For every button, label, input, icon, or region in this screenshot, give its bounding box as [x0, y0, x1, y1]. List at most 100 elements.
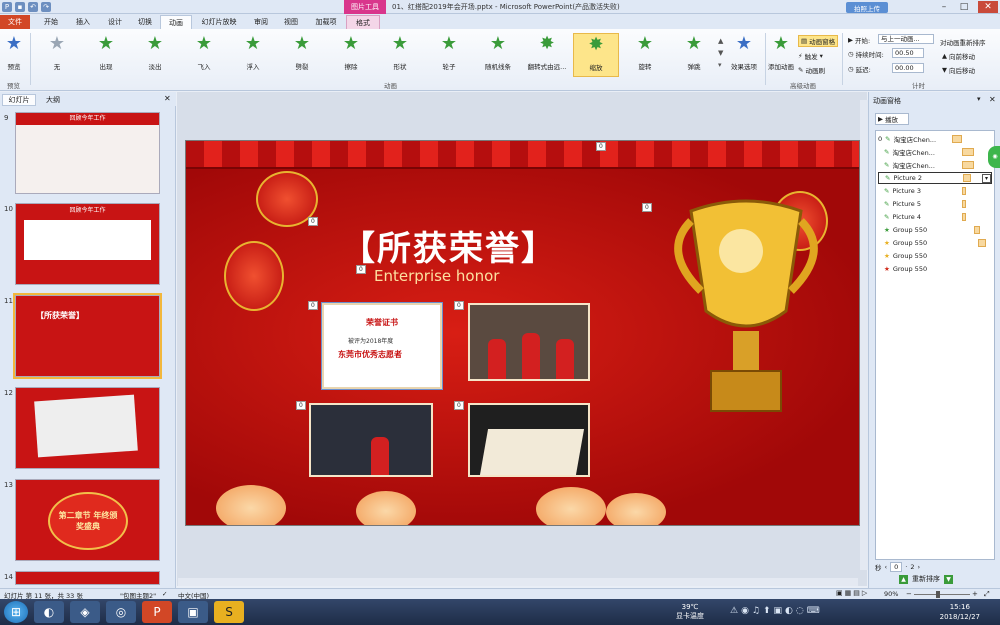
taskbar-app-icon[interactable]: ◈: [70, 601, 100, 623]
animation-item[interactable]: ✎ Picture 3: [878, 185, 992, 197]
animation-fade[interactable]: ★ 淡出: [132, 33, 178, 77]
animation-appear[interactable]: ★ 出现: [83, 33, 129, 77]
timeline-ruler[interactable]: 秒 ‹ 0 · 2 ›: [875, 562, 995, 572]
effect-options-button[interactable]: ★ 效果选项: [726, 33, 762, 77]
spellcheck-icon[interactable]: ✓: [162, 590, 167, 598]
chevron-left-icon[interactable]: ‹: [885, 563, 888, 571]
save-icon[interactable]: ▪: [15, 2, 25, 12]
animation-item[interactable]: ★ Group 550: [878, 224, 992, 236]
vertical-scrollbar[interactable]: [860, 100, 868, 570]
animation-item[interactable]: ★ Group 550: [878, 250, 992, 262]
move-earlier-button[interactable]: ▲ 向前移动: [942, 51, 975, 61]
undo-icon[interactable]: ↶: [28, 2, 38, 12]
duration-input[interactable]: 00.50: [892, 48, 924, 58]
animation-float-in[interactable]: ★ 浮入: [230, 33, 276, 77]
animation-wipe[interactable]: ★ 擦除: [328, 33, 374, 77]
animation-item[interactable]: 0 ✎ 淘宝店Chen...: [878, 133, 992, 145]
photo-picture-5[interactable]: [309, 403, 433, 477]
maximize-icon[interactable]: □: [958, 1, 970, 13]
taskbar-app-icon[interactable]: ◎: [106, 601, 136, 623]
zoom-out-icon[interactable]: −: [906, 590, 912, 598]
taskbar-app-icon[interactable]: ◐: [34, 601, 64, 623]
slide-title[interactable]: 【所获荣誉】: [341, 221, 557, 270]
close-panel-icon[interactable]: ✕: [164, 94, 171, 103]
minimize-icon[interactable]: –: [938, 1, 950, 13]
tab-insert[interactable]: 插入: [68, 15, 98, 29]
animation-pane-button[interactable]: ▤ 动画窗格: [798, 35, 839, 47]
slide-thumbnail-9[interactable]: 回顾今年工作: [15, 112, 160, 194]
gallery-scroll-icon[interactable]: ▲ ▼ ▾: [718, 35, 723, 71]
animation-item[interactable]: ✎ Picture 4: [878, 211, 992, 223]
animation-item[interactable]: ✎ 淘宝店Chen...: [878, 146, 992, 158]
tab-addins[interactable]: 加载项: [308, 15, 344, 29]
animation-zoom[interactable]: ✸ 缩放: [573, 33, 619, 77]
slide-thumbnail-10[interactable]: 回顾今年工作: [15, 203, 160, 285]
animation-item[interactable]: ★ Group 550: [878, 263, 992, 275]
pane-options-icon[interactable]: ▾: [977, 95, 981, 103]
close-icon[interactable]: ✕: [978, 1, 998, 13]
taskbar-app-icon[interactable]: S: [214, 601, 244, 623]
view-buttons[interactable]: ▣▦▤▷: [836, 589, 869, 597]
tab-slide-show[interactable]: 幻灯片放映: [194, 15, 244, 29]
animation-wheel[interactable]: ★ 轮子: [426, 33, 472, 77]
tab-home[interactable]: 开始: [36, 15, 66, 29]
fit-slide-icon[interactable]: ⤢: [984, 590, 990, 599]
start-dropdown[interactable]: 与上一动画...: [878, 34, 934, 44]
move-up-icon[interactable]: ▲: [899, 574, 908, 584]
slide-thumbnail-14[interactable]: [15, 571, 160, 585]
photo-picture-4[interactable]: [468, 403, 590, 477]
play-button[interactable]: ▶ 播放: [875, 113, 909, 125]
move-down-icon[interactable]: ▼: [944, 574, 953, 584]
animation-none[interactable]: ★ 无: [34, 33, 80, 77]
redo-icon[interactable]: ↷: [41, 2, 51, 12]
slide-thumbnail-11[interactable]: 【所获荣誉】: [13, 293, 162, 379]
photo-picture-3[interactable]: [468, 303, 590, 381]
trophy-image[interactable]: [671, 191, 821, 426]
animation-item[interactable]: ★ Group 550: [878, 237, 992, 249]
animation-item[interactable]: ✎ Picture 5: [878, 198, 992, 210]
animation-random-bars[interactable]: ★ 随机线条: [475, 33, 521, 77]
chevron-right-icon[interactable]: ›: [917, 563, 920, 571]
side-widget-icon[interactable]: ◉: [988, 146, 1000, 168]
taskbar-app-icon[interactable]: ▣: [178, 601, 208, 623]
animation-painter-button[interactable]: ✎ 动画刷: [798, 65, 825, 75]
powerpoint-taskbar-icon[interactable]: P: [142, 601, 172, 623]
slide-thumbnail-13[interactable]: 第二章节 年终颁奖盛典: [15, 479, 160, 561]
tab-outline[interactable]: 大纲: [38, 94, 68, 106]
animation-bounce[interactable]: ★ 弹跳: [671, 33, 717, 77]
tab-slides[interactable]: 幻灯片: [2, 94, 36, 106]
lantern-image[interactable]: [224, 241, 284, 311]
slide-thumbnail-12[interactable]: [15, 387, 160, 469]
animation-split[interactable]: ★ 劈裂: [279, 33, 325, 77]
tab-format[interactable]: 格式: [346, 15, 380, 29]
weather-widget[interactable]: 39℃ 显卡温度: [676, 603, 704, 621]
start-button-icon[interactable]: ⊞: [4, 601, 28, 623]
zoom-in-icon[interactable]: +: [972, 590, 978, 598]
tab-review[interactable]: 审阅: [246, 15, 276, 29]
animation-item[interactable]: ✎ 淘宝店Chen...: [878, 159, 992, 171]
animation-grow-turn[interactable]: ✸ 翻转式由远...: [524, 33, 570, 77]
certificate-image[interactable]: 荣誉证书 被评为2018年度 东莞市优秀志愿者: [321, 302, 443, 390]
tab-animations[interactable]: 动画: [160, 15, 192, 29]
slide-canvas[interactable]: 【所获荣誉】 Enterprise honor 荣誉证书 被评为2018年度 东…: [185, 140, 860, 526]
add-animation-button[interactable]: ★ 添加动画: [766, 33, 796, 77]
tray-icons[interactable]: ⚠◉♫⬆▣◐◌⌨: [730, 606, 823, 616]
zoom-level[interactable]: 90%: [884, 590, 898, 598]
animation-fly-in[interactable]: ★ 飞入: [181, 33, 227, 77]
horizontal-scrollbar[interactable]: [178, 578, 858, 586]
upload-button[interactable]: 拍照上传: [846, 2, 888, 13]
tab-file[interactable]: 文件: [0, 15, 30, 29]
clock[interactable]: 15:16 2018/12/27: [940, 602, 980, 622]
zoom-slider[interactable]: [914, 594, 970, 595]
preview-button[interactable]: ★ 预览: [0, 33, 28, 77]
close-pane-icon[interactable]: ✕: [989, 95, 996, 104]
trigger-button[interactable]: ⚡ 触发 ▾: [798, 51, 823, 61]
zoom-slider-thumb[interactable]: [936, 591, 940, 598]
delay-input[interactable]: 00.00: [892, 63, 924, 73]
tab-design[interactable]: 设计: [100, 15, 130, 29]
tab-transitions[interactable]: 切换: [130, 15, 160, 29]
item-dropdown-icon[interactable]: ▾: [982, 174, 991, 183]
slide-subtitle[interactable]: Enterprise honor: [374, 267, 499, 285]
animation-swivel[interactable]: ★ 旋转: [622, 33, 668, 77]
tab-view[interactable]: 视图: [276, 15, 306, 29]
